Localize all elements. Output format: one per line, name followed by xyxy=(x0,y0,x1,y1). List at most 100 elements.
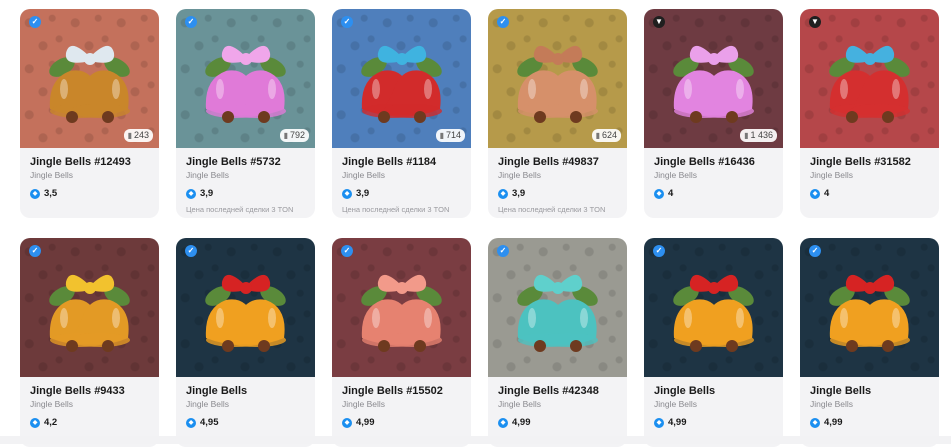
gift-thumbnail[interactable]: ✓ ▮ 243 xyxy=(20,9,159,148)
verified-icon: ✓ xyxy=(809,245,821,257)
bars-icon: ▮ xyxy=(439,131,444,140)
gift-price: ◆ 4,99 xyxy=(654,416,773,429)
premium-icon: ▼ xyxy=(809,16,821,28)
verified-icon: ✓ xyxy=(497,16,509,28)
supply-count: 243 xyxy=(133,130,149,140)
card-info: Jingle Bells Jingle Bells ◆ 4,99 xyxy=(800,377,939,429)
gift-price: ◆ 4,99 xyxy=(498,416,617,429)
ton-icon: ◆ xyxy=(30,188,40,199)
verified-icon: ✓ xyxy=(341,245,353,257)
price-value: 4,99 xyxy=(512,417,531,428)
gift-collection: Jingle Bells xyxy=(30,399,73,409)
ton-icon: ◆ xyxy=(654,417,664,428)
ton-icon: ◆ xyxy=(186,188,196,199)
gift-collection: Jingle Bells xyxy=(186,170,229,180)
gift-card[interactable]: ✓ ▮ Jingle Bells #42348 Jingle Bells ◆ 4… xyxy=(488,238,627,447)
jingle-bells-image xyxy=(517,274,598,352)
gift-thumbnail[interactable]: ✓ ▮ xyxy=(644,238,783,377)
gift-title: Jingle Bells #5732 xyxy=(186,156,281,168)
verified-icon: ✓ xyxy=(497,245,509,257)
gift-thumbnail[interactable]: ▼ ▮ xyxy=(800,9,939,148)
gift-thumbnail[interactable]: ✓ ▮ 714 xyxy=(332,9,471,148)
jingle-bells-image xyxy=(361,274,442,352)
bars-icon: ▮ xyxy=(127,131,132,140)
last-sale-price: Цена последней сделки 3 TON xyxy=(186,205,294,214)
verified-icon: ✓ xyxy=(341,16,353,28)
gift-collection: Jingle Bells xyxy=(186,399,229,409)
ton-icon: ◆ xyxy=(186,417,196,428)
bars-icon: ▮ xyxy=(744,131,749,140)
verified-icon: ✓ xyxy=(185,16,197,28)
gift-collection: Jingle Bells xyxy=(810,399,853,409)
ton-icon: ◆ xyxy=(810,417,820,428)
supply-badge: ▮ 792 xyxy=(279,129,309,142)
gift-collection: Jingle Bells xyxy=(30,170,73,180)
supply-badge: ▮ 624 xyxy=(591,129,621,142)
gift-collection: Jingle Bells xyxy=(498,399,541,409)
card-info: Jingle Bells #42348 Jingle Bells ◆ 4,99 xyxy=(488,377,627,429)
premium-icon: ▼ xyxy=(653,16,665,28)
card-info: Jingle Bells Jingle Bells ◆ 4,99 xyxy=(644,377,783,429)
gift-card[interactable]: ✓ ▮ Jingle Bells Jingle Bells ◆ 4,95 xyxy=(176,238,315,447)
gift-card[interactable]: ▼ ▮ Jingle Bells #31582 Jingle Bells ◆ 4 xyxy=(800,9,939,218)
gift-price: ◆ 4 xyxy=(654,187,773,200)
gift-title: Jingle Bells #16436 xyxy=(654,156,755,168)
card-info: Jingle Bells #31582 Jingle Bells ◆ 4 xyxy=(800,148,939,200)
price-value: 3,9 xyxy=(200,188,214,199)
gift-card[interactable]: ✓ ▮ 624 Jingle Bells #49837 Jingle Bells… xyxy=(488,9,627,218)
bars-icon: ▮ xyxy=(595,131,600,140)
gift-title: Jingle Bells #49837 xyxy=(498,156,599,168)
gift-title: Jingle Bells xyxy=(186,385,248,397)
card-info: Jingle Bells #15502 Jingle Bells ◆ 4,99 xyxy=(332,377,471,429)
supply-badge: ▮ 243 xyxy=(123,129,153,142)
jingle-bells-image xyxy=(829,45,910,123)
price-value: 3,5 xyxy=(44,188,58,199)
gift-collection: Jingle Bells xyxy=(498,170,541,180)
gift-price: ◆ 3,9 xyxy=(498,187,617,200)
gift-card[interactable]: ✓ ▮ Jingle Bells Jingle Bells ◆ 4,99 xyxy=(644,238,783,447)
gift-thumbnail[interactable]: ✓ ▮ xyxy=(800,238,939,377)
gift-thumbnail[interactable]: ✓ ▮ 792 xyxy=(176,9,315,148)
ton-icon: ◆ xyxy=(810,188,820,199)
card-info: Jingle Bells #16436 Jingle Bells ◆ 4 xyxy=(644,148,783,200)
ton-icon: ◆ xyxy=(654,188,664,199)
gift-card[interactable]: ✓ ▮ Jingle Bells #9433 Jingle Bells ◆ 4,… xyxy=(20,238,159,447)
gift-thumbnail[interactable]: ✓ ▮ 624 xyxy=(488,9,627,148)
gift-card[interactable]: ✓ ▮ 792 Jingle Bells #5732 Jingle Bells … xyxy=(176,9,315,218)
card-info: Jingle Bells #49837 Jingle Bells ◆ 3,9 Ц… xyxy=(488,148,627,214)
card-info: Jingle Bells #1184 Jingle Bells ◆ 3,9 Це… xyxy=(332,148,471,214)
gift-price: ◆ 3,5 xyxy=(30,187,149,200)
gift-card[interactable]: ▼ ▮ 1 436 Jingle Bells #16436 Jingle Bel… xyxy=(644,9,783,218)
gift-thumbnail[interactable]: ✓ ▮ xyxy=(488,238,627,377)
gift-thumbnail[interactable]: ✓ ▮ xyxy=(332,238,471,377)
gift-card[interactable]: ✓ ▮ 243 Jingle Bells #12493 Jingle Bells… xyxy=(20,9,159,218)
gift-title: Jingle Bells xyxy=(810,385,872,397)
ton-icon: ◆ xyxy=(342,417,352,428)
gift-thumbnail[interactable]: ✓ ▮ xyxy=(20,238,159,377)
gift-thumbnail[interactable]: ✓ ▮ xyxy=(176,238,315,377)
gift-collection: Jingle Bells xyxy=(342,170,385,180)
price-value: 3,9 xyxy=(512,188,526,199)
gift-collection: Jingle Bells xyxy=(654,399,697,409)
ton-icon: ◆ xyxy=(30,417,40,428)
gift-title: Jingle Bells #12493 xyxy=(30,156,131,168)
ton-icon: ◆ xyxy=(498,417,508,428)
jingle-bells-image xyxy=(673,274,754,352)
gift-thumbnail[interactable]: ▼ ▮ 1 436 xyxy=(644,9,783,148)
gift-card[interactable]: ✓ ▮ Jingle Bells #15502 Jingle Bells ◆ 4… xyxy=(332,238,471,447)
gift-collection: Jingle Bells xyxy=(654,170,697,180)
supply-count: 714 xyxy=(445,130,461,140)
price-value: 4,95 xyxy=(200,417,219,428)
supply-count: 1 436 xyxy=(750,130,773,140)
bottom-bar xyxy=(0,436,951,444)
gift-collection: Jingle Bells xyxy=(342,399,385,409)
gift-card[interactable]: ✓ ▮ 714 Jingle Bells #1184 Jingle Bells … xyxy=(332,9,471,218)
jingle-bells-image xyxy=(49,274,130,352)
jingle-bells-image xyxy=(205,274,286,352)
price-value: 4,99 xyxy=(824,417,843,428)
jingle-bells-image xyxy=(829,274,910,352)
price-value: 3,9 xyxy=(356,188,370,199)
gift-card[interactable]: ✓ ▮ Jingle Bells Jingle Bells ◆ 4,99 xyxy=(800,238,939,447)
price-value: 4 xyxy=(824,188,830,199)
price-value: 4,2 xyxy=(44,417,58,428)
